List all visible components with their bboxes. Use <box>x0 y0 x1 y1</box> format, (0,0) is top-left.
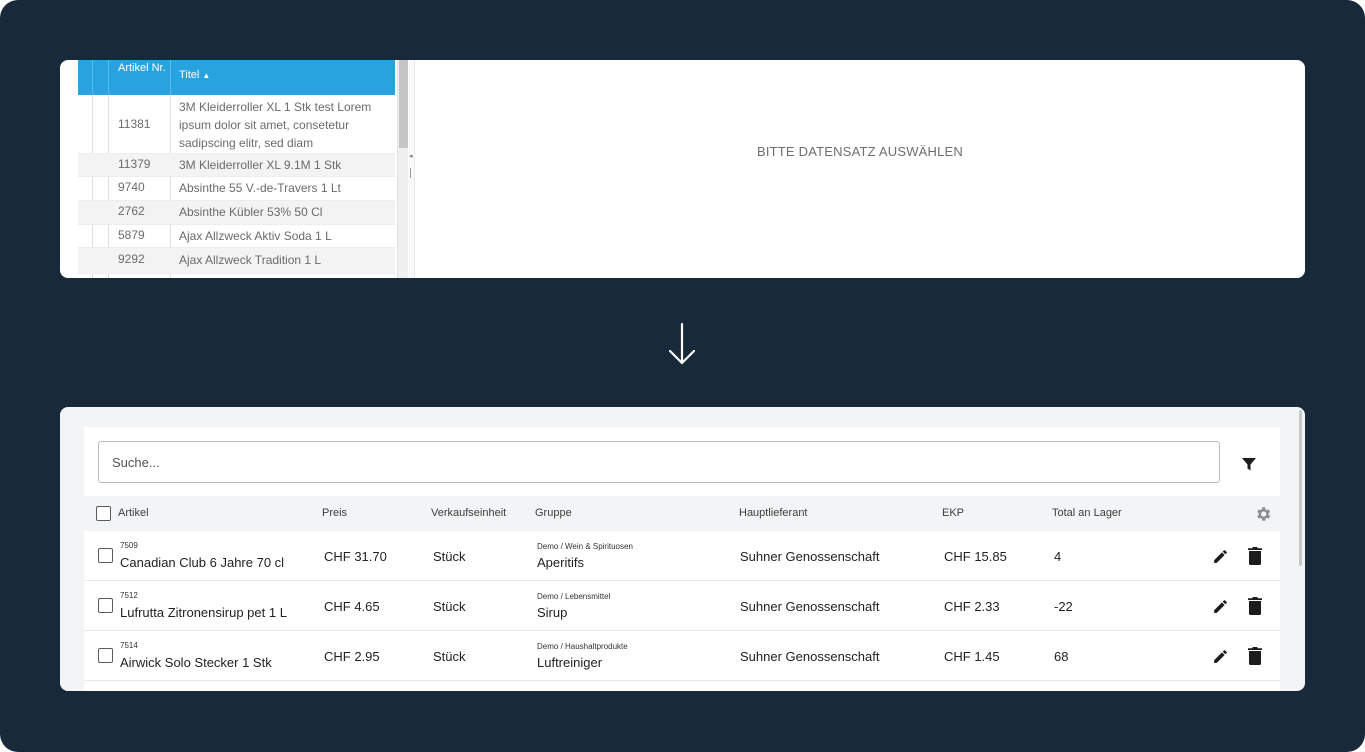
old-table-row[interactable]: 5879 Ajax Allzweck Aktiv Soda 1 L <box>78 225 395 248</box>
select-all-checkbox[interactable] <box>96 506 111 521</box>
row-artikel-nr: 11379 <box>118 157 151 171</box>
price: CHF 2.95 <box>324 649 380 664</box>
purchase-price: CHF 15.85 <box>944 549 1007 564</box>
old-table-scrollbar[interactable] <box>397 60 408 278</box>
screenshot-frame: Artikel Nr. Titel ▲ 11381 3M Kleiderrolle… <box>0 0 1365 752</box>
arrow-down-icon <box>668 322 696 365</box>
column-header-total-an-lager[interactable]: Total an Lager <box>1052 507 1122 519</box>
stock-total: -22 <box>1054 599 1073 614</box>
group-path: Demo / Lebensmittel <box>537 592 611 601</box>
page-scrollbar[interactable] <box>1299 410 1302 566</box>
sales-unit: Stück <box>433 599 466 614</box>
sales-unit: Stück <box>433 549 466 564</box>
row-titel: 3M Kleiderroller XL 9.1M 1 Stk <box>179 158 342 172</box>
delete-icon[interactable] <box>1248 597 1262 615</box>
row-checkbox[interactable] <box>98 648 113 663</box>
article-name: Canadian Club 6 Jahre 70 cl <box>120 555 285 570</box>
row-titel: 3M Kleiderroller XL 1 Stk test Lorem ips… <box>179 100 372 150</box>
row-artikel-nr: 2762 <box>118 204 145 218</box>
edit-icon[interactable] <box>1212 648 1229 665</box>
main-supplier: Suhner Genossenschaft <box>740 549 880 564</box>
group-name: Sirup <box>537 605 568 620</box>
article-number: 7514 <box>120 641 138 650</box>
price: CHF 31.70 <box>324 549 387 564</box>
sort-ascending-icon: ▲ <box>202 71 211 80</box>
gear-icon[interactable] <box>1254 505 1272 523</box>
edit-icon[interactable] <box>1212 548 1229 565</box>
old-table-header: Artikel Nr. Titel ▲ <box>78 60 395 95</box>
column-header-titel[interactable]: Titel ▲ <box>179 69 210 81</box>
group-name: Luftreiniger <box>537 655 603 670</box>
column-header-ekp[interactable]: EKP <box>942 507 964 519</box>
new-view-panel: Artikel Preis Verkaufseinheit Gruppe Hau… <box>60 407 1305 691</box>
table-row[interactable]: 7514 Airwick Solo Stecker 1 Stk CHF 2.95… <box>84 631 1280 681</box>
old-table-row[interactable]: 11379 3M Kleiderroller XL 9.1M 1 Stk <box>78 154 395 177</box>
search-field[interactable] <box>98 441 1220 483</box>
column-header-preis[interactable]: Preis <box>322 507 347 519</box>
delete-icon[interactable] <box>1248 547 1262 565</box>
group-name: Aperitifs <box>537 555 584 570</box>
table-row[interactable]: 7512 Lufrutta Zitronensirup pet 1 L CHF … <box>84 581 1280 631</box>
old-view-panel: Artikel Nr. Titel ▲ 11381 3M Kleiderrolle… <box>60 60 1305 278</box>
drag-handle-icon[interactable] <box>410 168 411 178</box>
main-supplier: Suhner Genossenschaft <box>740 599 880 614</box>
sales-unit: Stück <box>433 649 466 664</box>
old-table-row[interactable]: 2762 Absinthe Kübler 53% 50 Cl <box>78 201 395 225</box>
row-artikel-nr: 11381 <box>118 117 151 131</box>
article-number: 7512 <box>120 591 138 600</box>
row-artikel-nr: 5879 <box>118 228 145 242</box>
column-header-titel-label: Titel <box>179 69 200 81</box>
column-header-artikel[interactable]: Artikel <box>118 507 149 519</box>
row-titel: Absinthe Kübler 53% 50 Cl <box>179 205 323 219</box>
row-checkbox[interactable] <box>98 548 113 563</box>
column-header-artikel-nr[interactable]: Artikel Nr. <box>118 62 168 75</box>
column-header-gruppe[interactable]: Gruppe <box>535 507 572 519</box>
delete-icon[interactable] <box>1248 647 1262 665</box>
row-artikel-nr: 9740 <box>118 180 145 194</box>
scrollbar-thumb[interactable] <box>399 60 408 148</box>
stock-total: 68 <box>1054 649 1069 664</box>
article-name: Lufrutta Zitronensirup pet 1 L <box>120 605 287 620</box>
article-number: 7509 <box>120 541 138 550</box>
group-path: Demo / Wein & Spirituosen <box>537 542 633 551</box>
purchase-price: CHF 1.45 <box>944 649 1000 664</box>
filter-icon[interactable] <box>1240 455 1258 473</box>
collapse-arrow-icon[interactable]: ◂ <box>409 152 413 160</box>
empty-selection-message: BITTE DATENSATZ AUSWÄHLEN <box>756 144 964 159</box>
edit-icon[interactable] <box>1212 598 1229 615</box>
old-table-row[interactable]: 9740 Absinthe 55 V.-de-Travers 1 Lt <box>78 177 395 201</box>
row-artikel-nr: 9292 <box>118 252 145 266</box>
old-article-table: Artikel Nr. Titel ▲ 11381 3M Kleiderrolle… <box>78 60 395 278</box>
main-supplier: Suhner Genossenschaft <box>740 649 880 664</box>
panel-splitter[interactable]: ◂ <box>408 60 415 278</box>
article-list-card: Artikel Preis Verkaufseinheit Gruppe Hau… <box>84 427 1280 691</box>
old-table-row[interactable]: 11381 3M Kleiderroller XL 1 Stk test Lor… <box>78 95 395 154</box>
row-titel: Ajax Allzweck Tradition 1 L <box>179 253 322 267</box>
table-row[interactable]: 7509 Canadian Club 6 Jahre 70 cl CHF 31.… <box>84 531 1280 581</box>
table-header: Artikel Preis Verkaufseinheit Gruppe Hau… <box>84 496 1280 531</box>
row-checkbox[interactable] <box>98 598 113 613</box>
purchase-price: CHF 2.33 <box>944 599 1000 614</box>
stock-total: 4 <box>1054 549 1062 564</box>
column-header-hauptlieferant[interactable]: Hauptlieferant <box>739 507 808 519</box>
row-titel: Absinthe 55 V.-de-Travers 1 Lt <box>179 181 341 195</box>
row-titel: Ajax Allzweck Aktiv Soda 1 L <box>179 229 332 243</box>
price: CHF 4.65 <box>324 599 380 614</box>
column-header-verkaufseinheit[interactable]: Verkaufseinheit <box>431 507 506 519</box>
group-path: Demo / Haushaltprodukte <box>537 642 628 651</box>
old-table-row[interactable]: 9292 Ajax Allzweck Tradition 1 L <box>78 248 395 274</box>
article-name: Airwick Solo Stecker 1 Stk <box>120 655 272 670</box>
search-input[interactable] <box>99 442 1219 482</box>
